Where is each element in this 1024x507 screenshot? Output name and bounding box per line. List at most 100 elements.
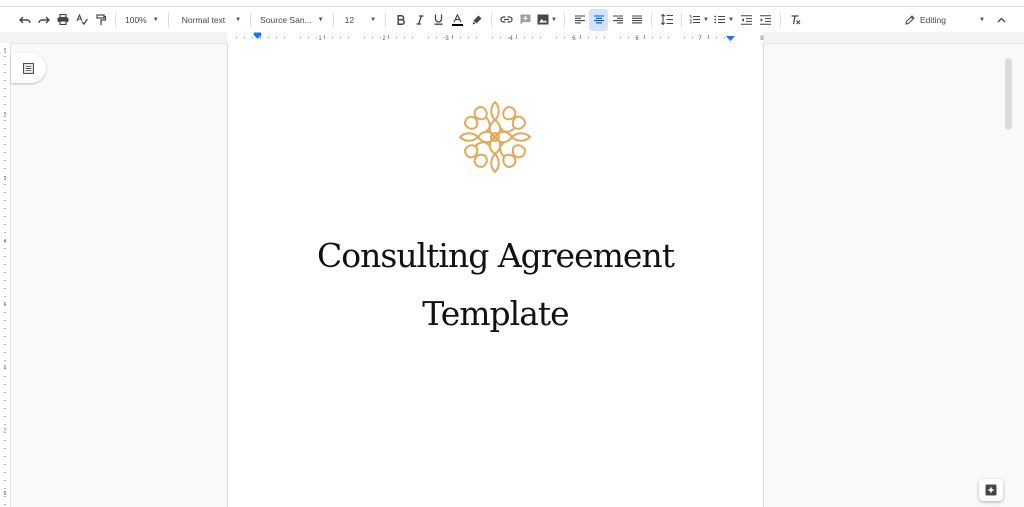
ruler-tick — [4, 376, 6, 377]
ruler-tick — [4, 160, 6, 161]
bulleted-list-icon — [714, 15, 726, 24]
image-icon — [537, 14, 549, 25]
ornament-stroke — [511, 132, 531, 142]
ruler-tick — [524, 37, 525, 39]
ornament-stroke — [502, 153, 517, 168]
ruler-number: 4 — [509, 36, 513, 42]
ruler-tick — [4, 272, 6, 273]
zoom-dropdown[interactable]: 100% ▼ — [121, 9, 163, 31]
ruler-tick — [4, 416, 6, 417]
ruler-tick — [4, 144, 6, 145]
font-dropdown[interactable]: Source San... ▼ — [256, 9, 327, 31]
bulleted-list-button[interactable]: ▼ — [711, 9, 737, 31]
bold-button[interactable] — [391, 9, 410, 31]
spellcheck-button[interactable] — [72, 9, 91, 31]
ruler-tick — [4, 200, 6, 201]
ruler-tick — [4, 480, 6, 481]
insert-image-button[interactable]: ▼ — [535, 9, 559, 31]
ruler-tick — [4, 280, 6, 281]
ornament-stroke — [499, 142, 505, 158]
ruler-tick — [268, 37, 269, 39]
ruler-tick — [684, 37, 685, 39]
hide-menus-button[interactable] — [992, 9, 1011, 31]
vertical-ruler-number: 5 — [4, 302, 7, 308]
ruler-tick — [4, 288, 6, 289]
ruler-tick — [332, 37, 333, 39]
ruler-tick — [276, 37, 277, 39]
add-comment-icon — [520, 14, 531, 25]
ruler-tick — [396, 37, 397, 39]
vertical-ruler-number: 1 — [4, 49, 7, 55]
explore-button[interactable] — [979, 479, 1003, 501]
underline-button[interactable] — [429, 9, 448, 31]
vertical-ruler-scale: 1 2 3 4 5 6 7 8 — [4, 48, 7, 505]
decrease-indent-icon — [741, 14, 753, 25]
justify-button[interactable] — [627, 9, 646, 31]
first-line-indent-marker[interactable] — [254, 32, 261, 35]
text-color-button[interactable] — [448, 9, 467, 31]
paint-format-icon — [95, 13, 106, 25]
ruler-tick — [4, 256, 6, 257]
vertical-ruler-number: 4 — [4, 239, 7, 245]
underline-icon — [434, 14, 443, 25]
document-outline-button[interactable] — [11, 53, 46, 83]
print-button[interactable] — [53, 9, 72, 31]
ruler-tick — [284, 37, 285, 39]
numbered-list-button[interactable]: ▼ — [687, 9, 711, 31]
ruler-tick — [4, 400, 6, 401]
toolbar: 100% ▼ Normal text ▼ Source San... ▼ 12 … — [0, 7, 1024, 32]
align-right-button[interactable] — [608, 9, 627, 31]
document-title-line-1[interactable]: Consulting Agreement — [228, 236, 763, 275]
ruler-number: 1 — [318, 36, 322, 42]
align-left-button[interactable] — [570, 9, 589, 31]
editing-mode-dropdown[interactable]: Editing ▼ — [901, 9, 989, 31]
ruler-tick — [4, 152, 6, 153]
caret-down-icon: ▼ — [370, 16, 377, 23]
ruler-tick — [4, 336, 6, 337]
toolbar-divider — [167, 12, 169, 27]
italic-icon — [416, 14, 424, 25]
pencil-icon — [905, 14, 915, 25]
caret-down-icon: ▼ — [317, 16, 324, 23]
paint-format-button[interactable] — [91, 9, 110, 31]
text-color-icon — [452, 13, 464, 26]
ruler-tick — [628, 37, 629, 39]
vertical-ruler-number: 6 — [4, 365, 7, 371]
outline-icon — [23, 62, 34, 74]
ornament-stroke — [511, 115, 526, 130]
ruler-tick — [4, 192, 6, 193]
italic-button[interactable] — [410, 9, 429, 31]
undo-button[interactable] — [15, 9, 34, 31]
document-page[interactable]: Consulting Agreement Template — [227, 43, 764, 507]
vertical-ruler[interactable]: 1 2 3 4 5 6 7 8 — [0, 43, 11, 507]
spellcheck-icon — [75, 14, 88, 25]
increase-indent-button[interactable] — [756, 9, 775, 31]
right-indent-marker[interactable] — [726, 36, 735, 41]
ruler-tick — [4, 80, 6, 81]
line-spacing-button[interactable] — [657, 9, 676, 31]
ruler-tick — [460, 37, 461, 39]
ruler-tick — [4, 384, 6, 385]
clear-formatting-button[interactable] — [786, 9, 805, 31]
ruler-tick — [516, 35, 517, 39]
ruler-tick — [588, 37, 589, 39]
decrease-indent-button[interactable] — [737, 9, 756, 31]
ruler-tick — [4, 72, 6, 73]
ruler-tick — [604, 37, 605, 39]
insert-link-button[interactable] — [497, 9, 516, 31]
ruler-tick — [412, 37, 413, 39]
ruler-tick — [372, 37, 373, 39]
highlight-color-button[interactable] — [467, 9, 486, 31]
vertical-ruler-number: 3 — [4, 176, 7, 182]
align-center-button[interactable] — [589, 8, 609, 31]
style-dropdown[interactable]: Normal text ▼ — [174, 9, 245, 31]
ruler-tick — [4, 464, 6, 465]
align-left-icon — [574, 15, 585, 24]
document-title-line-2[interactable]: Template — [228, 294, 763, 333]
scrollbar-thumb[interactable] — [1005, 58, 1012, 130]
link-icon — [500, 16, 513, 23]
add-comment-button[interactable] — [516, 9, 535, 31]
font-size-dropdown[interactable]: 12 ▼ — [339, 9, 380, 31]
redo-button[interactable] — [34, 9, 53, 31]
ruler-tick — [4, 120, 6, 121]
